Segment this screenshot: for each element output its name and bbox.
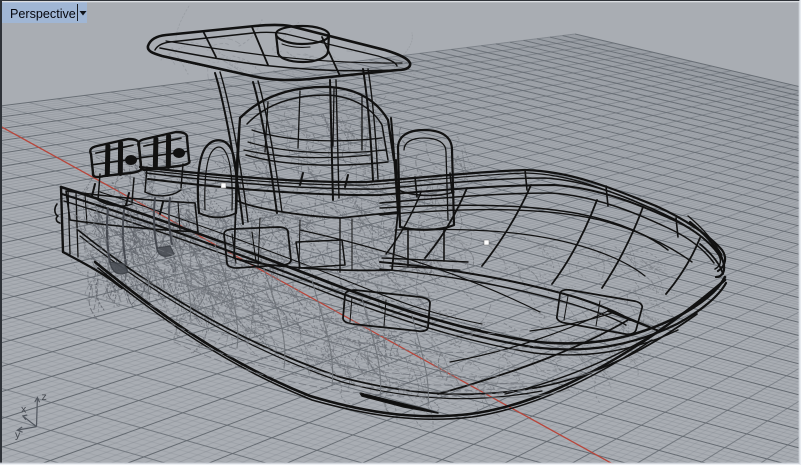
svg-text:x: x bbox=[21, 404, 27, 416]
svg-text:z: z bbox=[42, 391, 47, 403]
svg-text:y: y bbox=[15, 429, 21, 441]
svg-text:Perspective: Perspective bbox=[10, 7, 76, 21]
